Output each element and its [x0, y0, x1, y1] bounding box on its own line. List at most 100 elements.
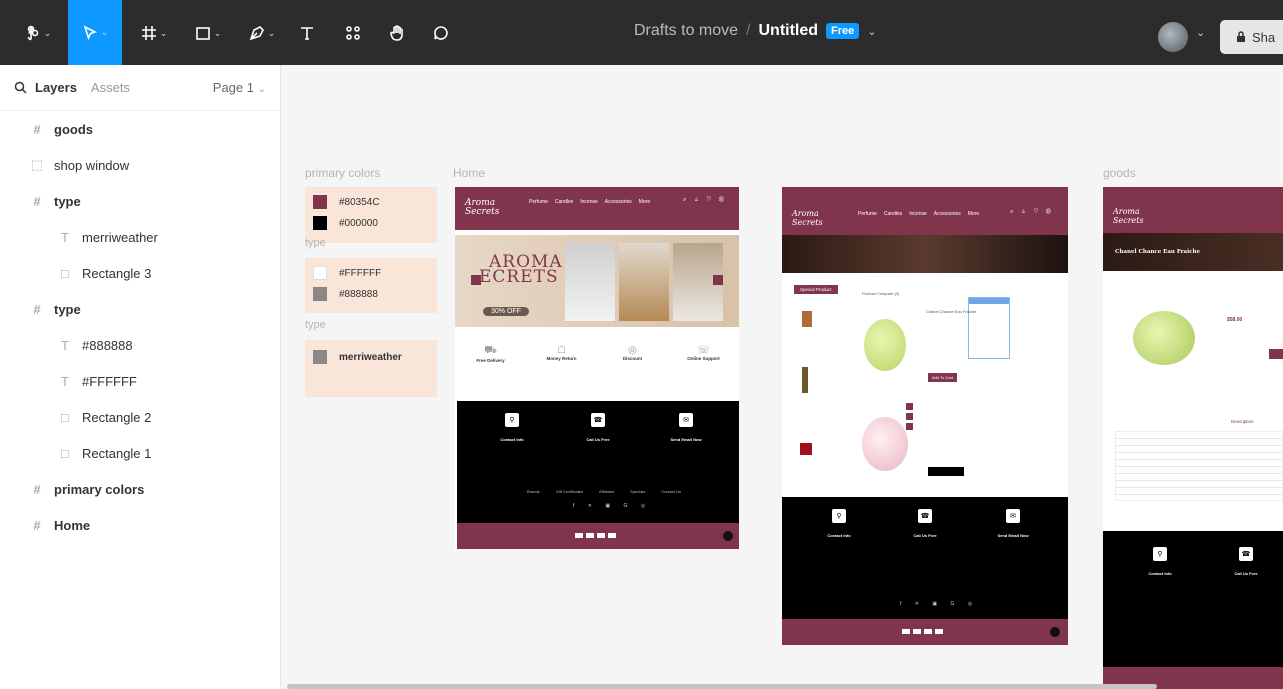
layer-item[interactable]: T #FFFFFF [0, 363, 280, 399]
main-menu-button[interactable]: ⌄ [18, 14, 58, 52]
footer-link: Contact Us [661, 489, 681, 494]
shop-footer: ⚲ ☎ ✉ Contact Info Call Us Free Send Ema… [782, 497, 1068, 619]
text-icon [301, 27, 313, 40]
layer-item[interactable]: # Home [0, 507, 280, 543]
scroll-top-icon [1050, 627, 1060, 637]
breadcrumb-separator: / [746, 22, 751, 39]
frame-label-type-1[interactable]: type [305, 237, 326, 249]
support-icon: ☏ [697, 345, 710, 356]
add-to-cart-button-2 [928, 467, 964, 476]
frame-icon: # [33, 121, 41, 137]
email-icon: ✉ [1006, 509, 1020, 523]
layer-item[interactable]: # type [0, 291, 280, 327]
frame-icon: # [33, 517, 41, 533]
frame-label-goods[interactable]: goods [1103, 166, 1136, 180]
frame-label-primary-colors[interactable]: primary colors [305, 166, 380, 180]
hero-product-image-1 [565, 243, 615, 321]
home-nav-item: Perfume [529, 199, 548, 205]
frame-icon [141, 26, 156, 40]
resources-button[interactable] [340, 14, 366, 52]
swatch-white [313, 266, 327, 280]
layer-item[interactable]: □ Rectangle 2 [0, 399, 280, 435]
share-button[interactable]: Sha [1220, 20, 1283, 54]
footer-col-title: Send Email Now [997, 533, 1029, 538]
page-selector[interactable]: Page 1 ⌄ [213, 80, 266, 95]
discount-icon: ◎ [628, 345, 637, 356]
chevron-down-icon[interactable]: ⌄ [867, 25, 876, 38]
layer-item[interactable]: # goods [0, 111, 280, 147]
breadcrumb-folder[interactable]: Drafts to move [634, 22, 738, 40]
type-frame-1[interactable]: #FFFFFF #888888 [305, 258, 437, 313]
layers-panel: Layers Assets Page 1 ⌄ # goods ⬚ shop windo… [0, 65, 281, 689]
search-icon[interactable] [14, 81, 27, 94]
shop-logo: Aroma Secrets [792, 209, 823, 227]
layer-label: Rectangle 2 [82, 409, 152, 425]
feature-item: ⛟ Free Delivery [461, 345, 521, 395]
goods-product-image [1133, 311, 1195, 365]
cursor-icon [83, 24, 97, 40]
layer-item[interactable]: # type [0, 183, 280, 219]
shop-nav-item: Incense [909, 211, 927, 217]
product-title: Chanel Chance Eau Fraiche [926, 309, 977, 314]
home-frame[interactable]: Aroma Secrets Perfume Candles Incense Acc… [455, 187, 739, 549]
text-tool-button[interactable] [294, 14, 320, 52]
home-footer: ⚲ ☎ ✉ Contact Info Call Us Free Send Ema… [457, 401, 739, 523]
shop-header-icons: ⌕ ♙ ♡ ⛒ [1010, 209, 1054, 215]
hand-tool-button[interactable] [384, 14, 410, 52]
frame-tool-button[interactable]: ⌄ [132, 14, 176, 52]
money-icon: ☖ [557, 345, 566, 356]
goods-frame[interactable]: Aroma Secrets Chanel Chance Eau Fraiche $… [1103, 187, 1283, 689]
avatar[interactable] [1158, 22, 1188, 52]
compare-label: Product Compare (0) [862, 291, 900, 296]
layer-item[interactable]: T #888888 [0, 327, 280, 363]
footer-col-title: Contact Info [1148, 571, 1172, 576]
hero-title: AROMA ECRETS [479, 254, 563, 286]
horizontal-scrollbar[interactable] [287, 684, 1157, 689]
top-toolbar: ⌄ ⌄ ⌄ ⌄ ⌄ Drafts to move / Untitled Free… [0, 0, 1283, 65]
home-logo-line2: Secrets [465, 207, 500, 217]
layers-panel-header: Layers Assets Page 1 ⌄ [0, 65, 280, 111]
phone-icon: ☎ [591, 413, 605, 427]
incense-thumb [802, 367, 808, 393]
footer-col-title: Call Us Free [913, 533, 937, 538]
layer-label: type [54, 301, 81, 317]
shop-bottom-bar [782, 619, 1068, 645]
goods-logo-line2: Secrets [1113, 216, 1144, 225]
primary-colors-frame[interactable]: #80354C #000000 [305, 187, 437, 243]
file-name[interactable]: Untitled [758, 22, 818, 40]
layer-item[interactable]: □ Rectangle 1 [0, 435, 280, 471]
pen-tool-button[interactable]: ⌄ [240, 14, 284, 52]
design-canvas[interactable]: primary colors #80354C #000000 type #FFF… [281, 65, 1283, 689]
layer-item[interactable]: □ Rectangle 3 [0, 255, 280, 291]
tab-layers[interactable]: Layers [35, 80, 77, 95]
comment-tool-button[interactable] [428, 14, 454, 52]
shape-tool-button[interactable]: ⌄ [186, 14, 230, 52]
section-icon: ⬚ [30, 157, 44, 172]
frame-icon: # [33, 301, 41, 317]
move-tool-button[interactable]: ⌄ [68, 0, 122, 65]
swatch-gray-label: #888888 [339, 288, 378, 300]
plan-badge[interactable]: Free [826, 23, 860, 39]
candle-thumb [802, 311, 812, 327]
frame-label-type-2[interactable]: type [305, 319, 326, 331]
payment-icons [902, 629, 943, 634]
home-features: ⛟ Free Delivery ☖ Money Return ◎ Discount ☏… [455, 345, 739, 395]
layer-label: primary colors [54, 481, 145, 497]
avatar-chevron-icon[interactable]: ⌄ [1196, 26, 1205, 39]
perfume-green-image [864, 319, 906, 371]
shop-window-frame[interactable]: Aroma Secrets Perfume Candles Incense Acc… [782, 187, 1068, 645]
phone-icon: ☎ [1239, 547, 1253, 561]
layer-item[interactable]: Tmerriweather [0, 219, 280, 255]
home-hero-banner: AROMA ECRETS 30% OFF [455, 235, 739, 327]
location-icon: ⚲ [832, 509, 846, 523]
type-frame-2[interactable]: merriweather [305, 340, 437, 397]
feature-item: ◎ Discount [603, 345, 663, 395]
layer-item[interactable]: # primary colors [0, 471, 280, 507]
tab-assets[interactable]: Assets [91, 80, 130, 95]
layer-item[interactable]: ⬚ shop window [0, 147, 280, 183]
goods-add-button [1269, 349, 1283, 359]
shop-nav-item: More [967, 211, 980, 217]
swatch-gray [313, 287, 327, 301]
frame-label-home[interactable]: Home [453, 166, 485, 180]
phone-icon: ☎ [918, 509, 932, 523]
